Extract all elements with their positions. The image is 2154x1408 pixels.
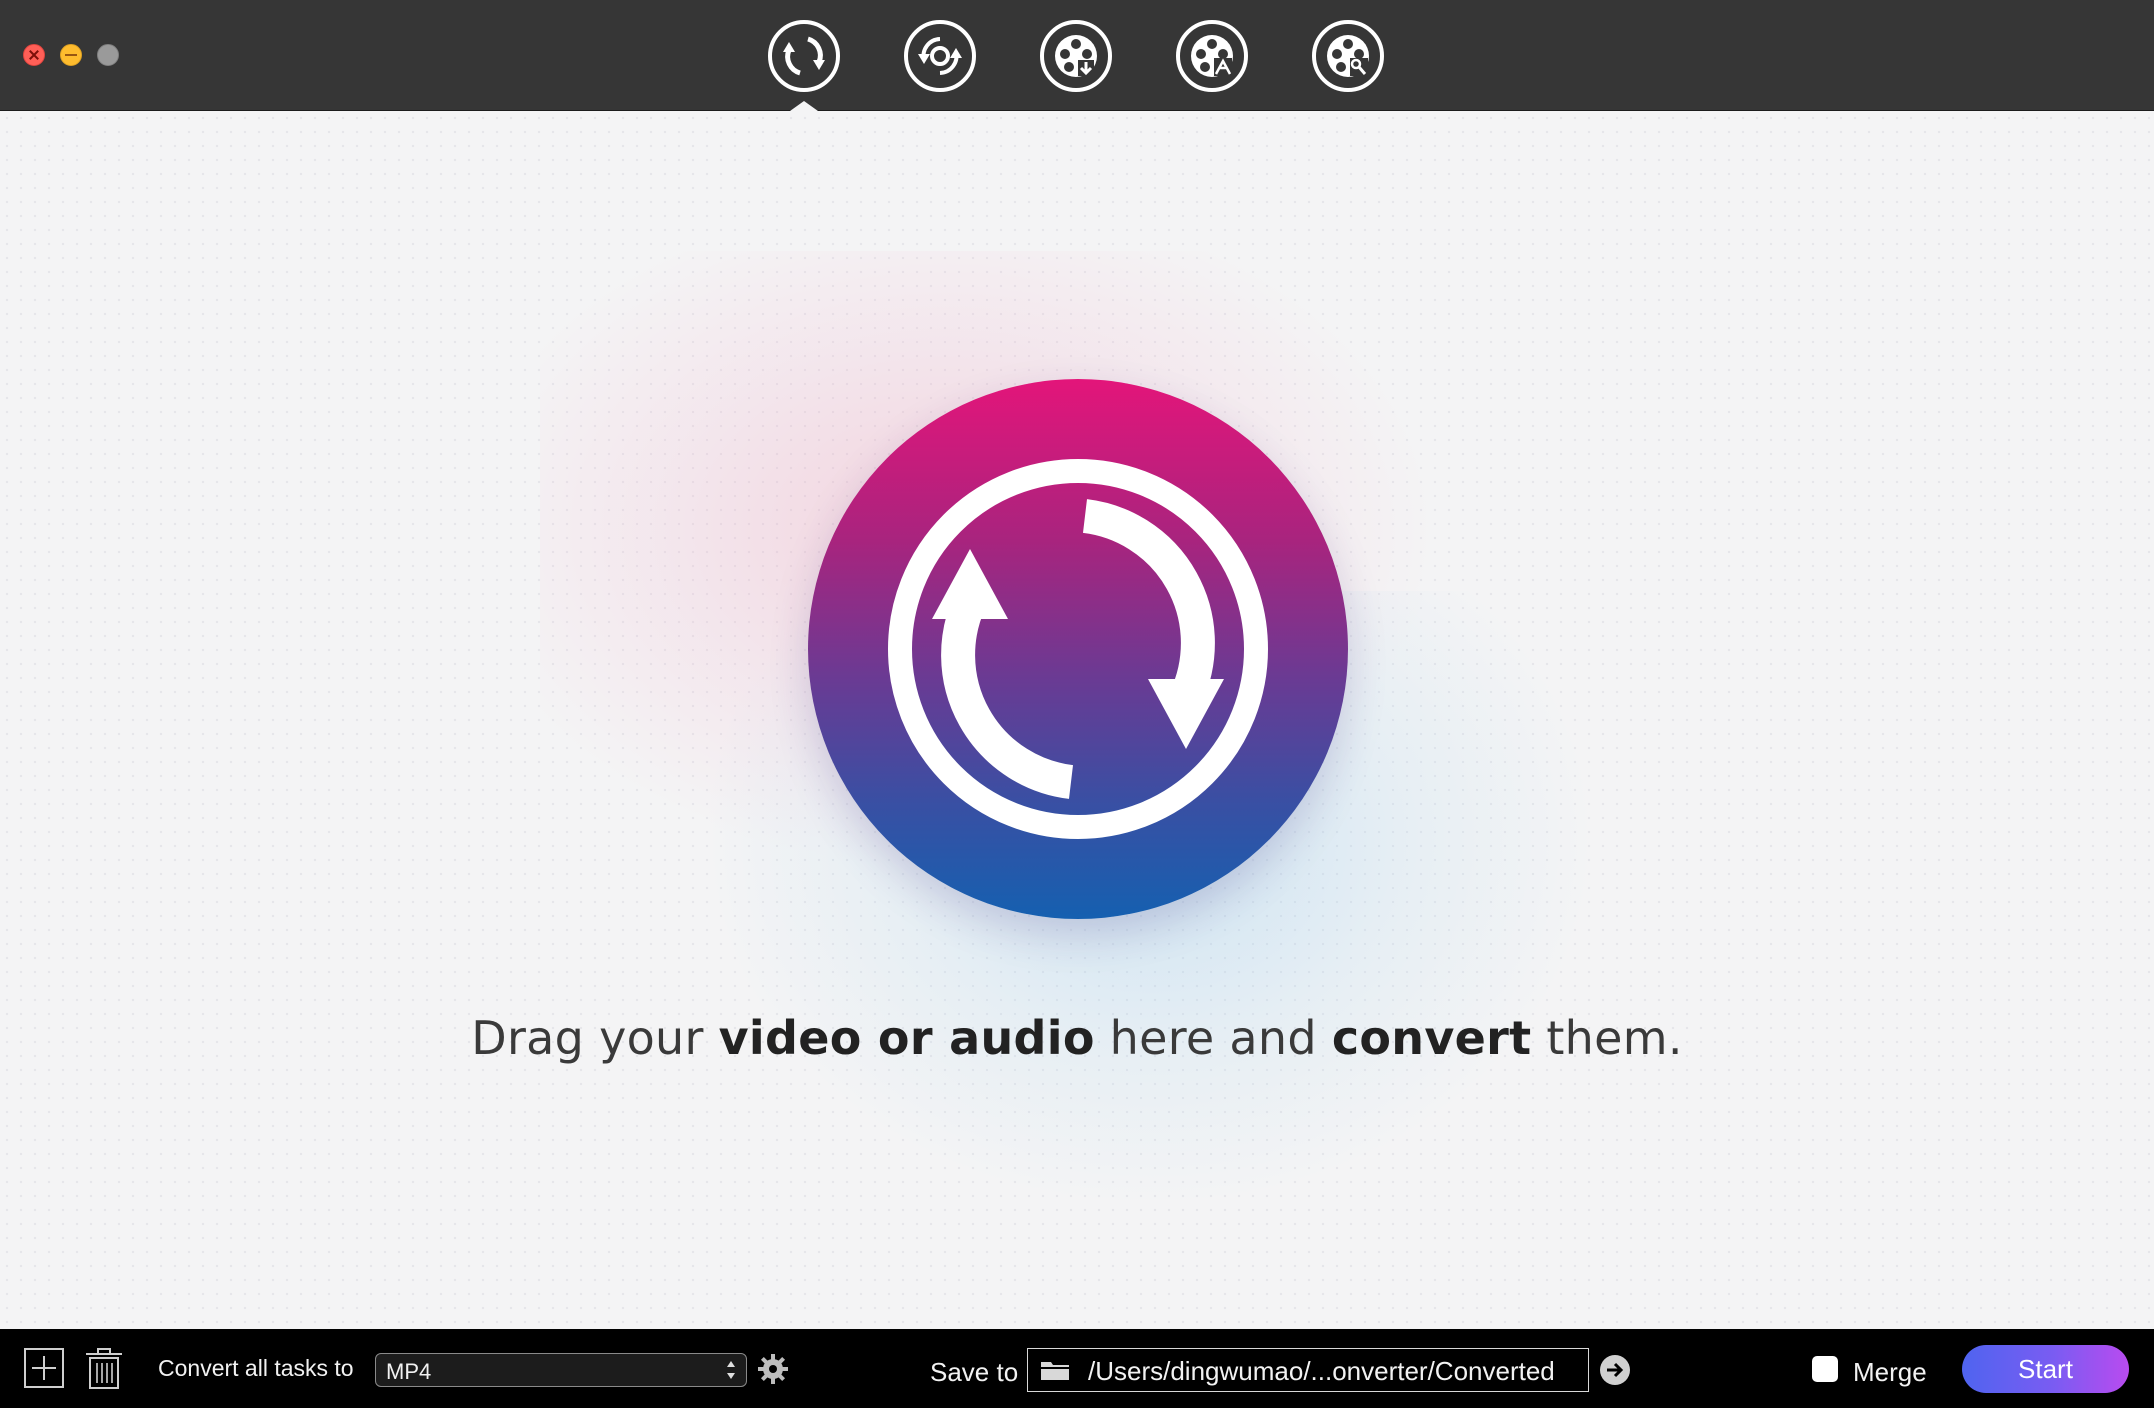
tool-toolbox-button[interactable]: [1310, 18, 1386, 94]
app-window: Drag your video or audio here and conver…: [0, 0, 2154, 1408]
convert-all-label: Convert all tasks to: [158, 1355, 354, 1381]
hint-part-3: them.: [1531, 1011, 1683, 1065]
tool-convert-button[interactable]: [766, 18, 842, 94]
delete-button[interactable]: [82, 1346, 126, 1390]
drop-zone[interactable]: Drag your video or audio here and conver…: [0, 111, 2154, 1329]
tool-download-button[interactable]: [1038, 18, 1114, 94]
save-path-field[interactable]: /Users/dingwumao/...onverter/Converted: [1027, 1348, 1589, 1392]
film-reel-record-icon: [1176, 20, 1248, 92]
output-format-select[interactable]: MP4: [375, 1353, 747, 1387]
tool-record-button[interactable]: [1174, 18, 1250, 94]
trash-icon: [86, 1348, 122, 1389]
minimize-window-button[interactable]: [60, 44, 82, 66]
merge-checkbox[interactable]: [1812, 1356, 1838, 1382]
plus-icon: [24, 1348, 64, 1388]
hint-part-2: here and: [1094, 1011, 1332, 1065]
active-tool-indicator: [790, 101, 818, 111]
select-arrows-icon: [727, 1361, 735, 1379]
add-file-button[interactable]: [22, 1346, 66, 1390]
start-button[interactable]: Start: [1962, 1345, 2129, 1393]
hint-part-1: Drag your: [471, 1011, 719, 1065]
title-bar: [0, 0, 2154, 111]
bottom-bar: Convert all tasks to MP4 Save to /Users/…: [0, 1329, 2154, 1408]
hint-bold-1: video or audio: [718, 1011, 1095, 1065]
close-window-button[interactable]: [23, 44, 45, 66]
output-format-value: MP4: [386, 1359, 432, 1384]
disc-rotate-icon: [904, 20, 976, 92]
hint-bold-2: convert: [1331, 1011, 1532, 1065]
folder-icon: [1041, 1362, 1069, 1380]
film-reel-wrench-icon: [1312, 20, 1384, 92]
tool-dvd-button[interactable]: [902, 18, 978, 94]
drop-hint-text: Drag your video or audio here and conver…: [0, 1011, 2154, 1065]
save-path-value: /Users/dingwumao/...onverter/Converted: [1088, 1356, 1555, 1386]
film-reel-download-icon: [1040, 20, 1112, 92]
convert-arrows-icon: [768, 20, 840, 92]
convert-logo: [808, 379, 1348, 919]
merge-label: Merge: [1853, 1357, 1927, 1387]
convert-arrows-icon: [888, 459, 1268, 839]
save-to-label: Save to: [930, 1357, 1019, 1387]
open-folder-arrow-icon[interactable]: [1599, 1354, 1631, 1386]
zoom-window-button[interactable]: [97, 44, 119, 66]
gear-icon[interactable]: [757, 1353, 789, 1385]
